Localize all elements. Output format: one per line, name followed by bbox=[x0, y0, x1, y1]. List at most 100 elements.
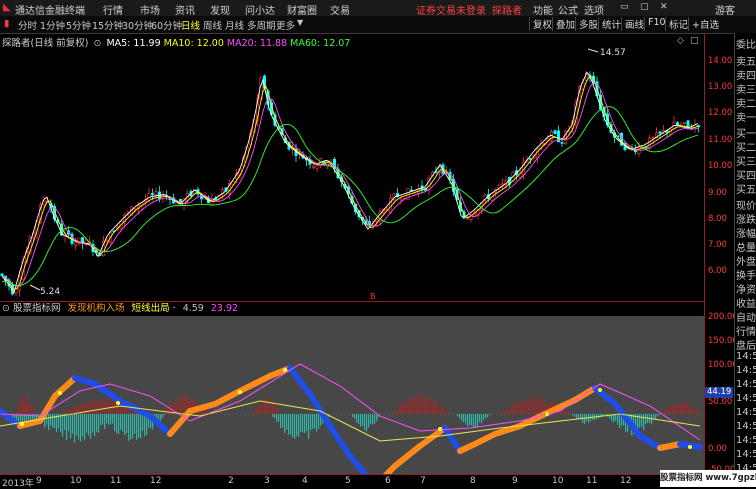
indicator-bar bbox=[372, 414, 374, 425]
menu-shichang[interactable]: 市场 bbox=[140, 2, 160, 17]
indicator-bar bbox=[86, 414, 88, 433]
menu-faxian[interactable]: 发现 bbox=[210, 2, 230, 17]
period-5min[interactable]: 5分钟 bbox=[66, 18, 91, 32]
user-label[interactable]: 游客 bbox=[715, 2, 735, 17]
indicator-bar bbox=[29, 403, 31, 414]
period-1min[interactable]: 1分钟 bbox=[40, 18, 65, 32]
indicator-bar bbox=[258, 404, 260, 414]
indicator-bar bbox=[262, 402, 264, 414]
indicator-bar bbox=[54, 414, 56, 429]
btn-zixuan[interactable]: +自选 bbox=[688, 17, 719, 31]
indicator-bar bbox=[370, 414, 372, 425]
indicator-bar bbox=[457, 414, 459, 417]
indicator-bar bbox=[92, 400, 94, 414]
quote-label: 外盘 bbox=[736, 257, 756, 268]
indicator-bar bbox=[609, 414, 611, 419]
candle-body bbox=[682, 122, 686, 124]
indicator-settings-icon[interactable]: ⊙ bbox=[2, 303, 10, 314]
menu-jiaoyi[interactable]: 交易 bbox=[330, 2, 350, 17]
indicator-name[interactable]: 股票指标网 bbox=[13, 303, 61, 314]
restore-icon[interactable]: ▢ bbox=[640, 2, 649, 12]
indicator-bar bbox=[442, 408, 444, 414]
candlestick-chart[interactable]: 14.57 5.24 B 探路者(日线 前复权) ⊙ MA5: 11.99 MA… bbox=[0, 33, 704, 301]
indicator-bar bbox=[564, 410, 566, 414]
period-fenshi[interactable]: 分时 bbox=[18, 18, 37, 32]
btn-f10[interactable]: F10 bbox=[644, 17, 666, 31]
indicator-bar bbox=[90, 414, 92, 439]
quote-label: 卖二 bbox=[736, 99, 756, 110]
chart-close-icon[interactable]: ◇ bbox=[677, 36, 684, 46]
chart-expand-icon[interactable]: □ bbox=[690, 36, 699, 46]
indicator-bar bbox=[506, 409, 508, 414]
period-monthly[interactable]: 月线 bbox=[225, 18, 244, 32]
close-icon[interactable]: ✕ bbox=[660, 2, 668, 12]
indicator-bar bbox=[254, 409, 256, 414]
minimize-icon[interactable]: ▭ bbox=[620, 2, 629, 12]
btn-duogu[interactable]: 多股 bbox=[575, 17, 598, 31]
btn-huaxian[interactable]: 画线 bbox=[621, 17, 644, 31]
indicator-bar bbox=[306, 414, 308, 432]
period-60min[interactable]: 60分钟 bbox=[151, 18, 182, 32]
indicator-chart[interactable] bbox=[0, 316, 704, 474]
login-status[interactable]: 证券交易未登录 bbox=[416, 2, 486, 17]
candle-body bbox=[154, 191, 158, 195]
ma20-line bbox=[1, 82, 699, 288]
signal-dot bbox=[116, 401, 120, 405]
indicator-bar bbox=[138, 414, 140, 439]
period-multi[interactable]: 多周期 bbox=[247, 18, 276, 32]
period-daily[interactable]: 日线 bbox=[181, 18, 200, 32]
indicator-bar bbox=[60, 414, 62, 433]
indicator-bar bbox=[282, 414, 284, 428]
period-30min[interactable]: 30分钟 bbox=[122, 18, 153, 32]
x-tick: 9 bbox=[512, 476, 518, 486]
indicator-bar bbox=[538, 395, 540, 414]
indicator-bar bbox=[116, 414, 118, 434]
menu-caifuquan[interactable]: 财富圈 bbox=[287, 2, 317, 17]
menu-gongshi[interactable]: 公式 bbox=[558, 2, 578, 17]
menu-xuanxiang[interactable]: 选项 bbox=[584, 2, 604, 17]
indicator-bar bbox=[356, 414, 358, 423]
y-tick: 14.00 bbox=[708, 56, 733, 66]
indicator-bar bbox=[364, 414, 366, 430]
period-15min[interactable]: 15分钟 bbox=[92, 18, 123, 32]
menu-hangqing[interactable]: 行情 bbox=[103, 2, 123, 17]
indicator-bar bbox=[481, 414, 483, 423]
btn-fuquan[interactable]: 复权 bbox=[529, 17, 552, 31]
indicator-bar bbox=[465, 414, 467, 424]
more-dropdown-icon[interactable]: ▼ bbox=[297, 18, 303, 27]
indicator-bar bbox=[114, 403, 116, 414]
indicator-bar bbox=[78, 414, 80, 440]
indicator-bar bbox=[510, 407, 512, 414]
indicator-bar bbox=[402, 402, 404, 414]
indicator-bar bbox=[66, 410, 68, 414]
indicator-bar bbox=[100, 402, 102, 414]
chart-title: 探路者(日线 前复权) bbox=[2, 38, 89, 49]
indicator-bar bbox=[274, 405, 276, 414]
menu-zixun[interactable]: 资讯 bbox=[175, 2, 195, 17]
low-price-label: 5.24 bbox=[40, 287, 60, 297]
quote-label: 卖四 bbox=[736, 71, 756, 82]
menu-gongneng[interactable]: 功能 bbox=[533, 2, 553, 17]
indicator-bar bbox=[184, 394, 186, 414]
menu-wenxiaoda[interactable]: 问小达 bbox=[245, 2, 275, 17]
app-name: 通达信金融终端 bbox=[15, 6, 85, 17]
indicator-bar bbox=[25, 396, 27, 414]
indicator-bar bbox=[102, 400, 104, 414]
chart-type-icon[interactable]: ▮ bbox=[4, 18, 9, 29]
indicator-bar bbox=[132, 414, 134, 439]
quote-label: 现价 bbox=[736, 201, 756, 212]
period-weekly[interactable]: 周线 bbox=[203, 18, 222, 32]
indicator-bar bbox=[110, 396, 112, 414]
btn-diejia[interactable]: 叠加 bbox=[552, 17, 575, 31]
settings-icon[interactable]: ⊙ bbox=[93, 38, 101, 49]
indicator-bar bbox=[130, 414, 132, 440]
btn-biaoji[interactable]: 标记 bbox=[665, 17, 688, 31]
period-more[interactable]: 更多 bbox=[276, 18, 295, 32]
btn-tongji[interactable]: 统计 bbox=[598, 17, 621, 31]
indicator-bar bbox=[68, 410, 70, 414]
high-pointer bbox=[587, 48, 599, 53]
indicator-bar bbox=[504, 411, 506, 414]
indicator-bar bbox=[260, 404, 262, 414]
indicator-bar bbox=[182, 396, 184, 414]
indicator-bar bbox=[102, 414, 104, 416]
